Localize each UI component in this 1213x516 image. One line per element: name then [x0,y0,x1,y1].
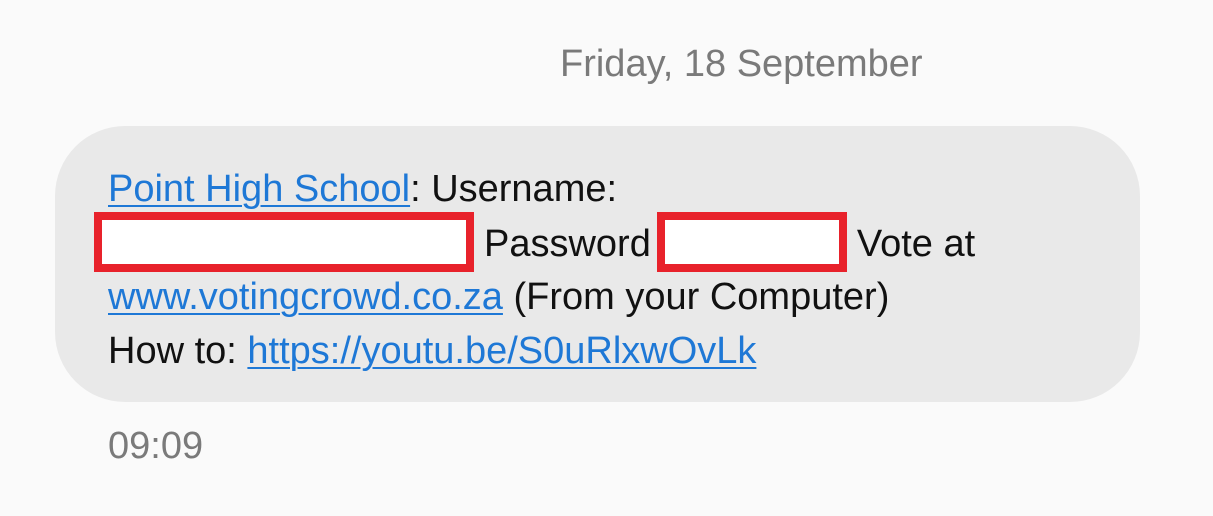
message-timestamp: 09:09 [108,425,204,467]
username-label: : Username: [410,168,618,210]
username-redaction [94,212,474,272]
message-line-1: Point High School: Username: [108,162,1092,216]
sender-link[interactable]: Point High School [108,168,410,210]
from-computer-text: (From your Computer) [513,276,890,318]
message-line-4: How to: https://youtu.be/S0uRlxwOvLk [108,324,1092,378]
password-label: Password [484,223,651,266]
vote-link[interactable]: www.votingcrowd.co.za [108,276,503,318]
date-header: Friday, 18 September [560,43,923,85]
message-line-3: www.votingcrowd.co.za (From your Compute… [108,270,1092,324]
how-to-link[interactable]: https://youtu.be/S0uRlxwOvLk [247,330,756,372]
password-redaction [656,212,847,272]
how-to-label: How to: [108,330,237,372]
message-bubble[interactable]: Point High School: Username: Password Vot… [55,126,1140,402]
message-text: Point High School: Username: Password Vot… [94,162,1092,378]
message-line-2: Password Vote at [94,212,1092,272]
vote-at-label: Vote at [856,223,976,266]
